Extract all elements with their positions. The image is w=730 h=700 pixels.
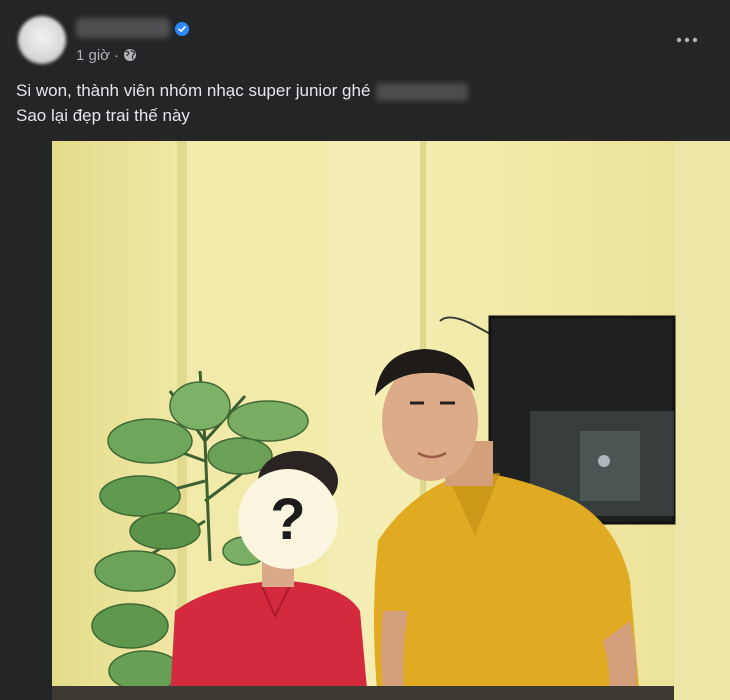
post-meta: 1 giờ ·: [76, 46, 137, 64]
tv-image-light: [598, 455, 610, 467]
left-edge-band: [0, 141, 52, 700]
photo-scene: ?: [0, 141, 730, 700]
post-timestamp[interactable]: 1 giờ: [76, 47, 110, 64]
red-shirt: [170, 581, 368, 700]
floor-rail: [52, 686, 674, 700]
ellipsis-icon: [676, 37, 698, 43]
meta-separator: ·: [114, 46, 120, 64]
tv-image-detail: [580, 431, 640, 501]
globe-icon: [123, 48, 137, 62]
post-photo[interactable]: ?: [0, 141, 730, 700]
post-header: 1 giờ ·: [0, 0, 730, 70]
verified-badge-icon: [175, 22, 189, 36]
author-name-redacted[interactable]: [76, 18, 170, 38]
caption-line-1: Si won, thành viên nhóm nhạc super junio…: [16, 78, 716, 103]
more-options-button[interactable]: [671, 26, 703, 54]
facebook-post: 1 giờ · Si won, thành viên nhóm nhạc sup…: [0, 0, 730, 700]
place-name-redacted[interactable]: [376, 82, 469, 101]
caption-text-1: Si won, thành viên nhóm nhạc super junio…: [16, 81, 371, 100]
caption-line-2: Sao lại đẹp trai thế này: [16, 106, 190, 125]
question-mark: ?: [270, 487, 305, 552]
author-avatar[interactable]: [18, 16, 66, 64]
right-edge-band: [674, 141, 730, 700]
post-caption: Si won, thành viên nhóm nhạc super junio…: [16, 78, 716, 128]
